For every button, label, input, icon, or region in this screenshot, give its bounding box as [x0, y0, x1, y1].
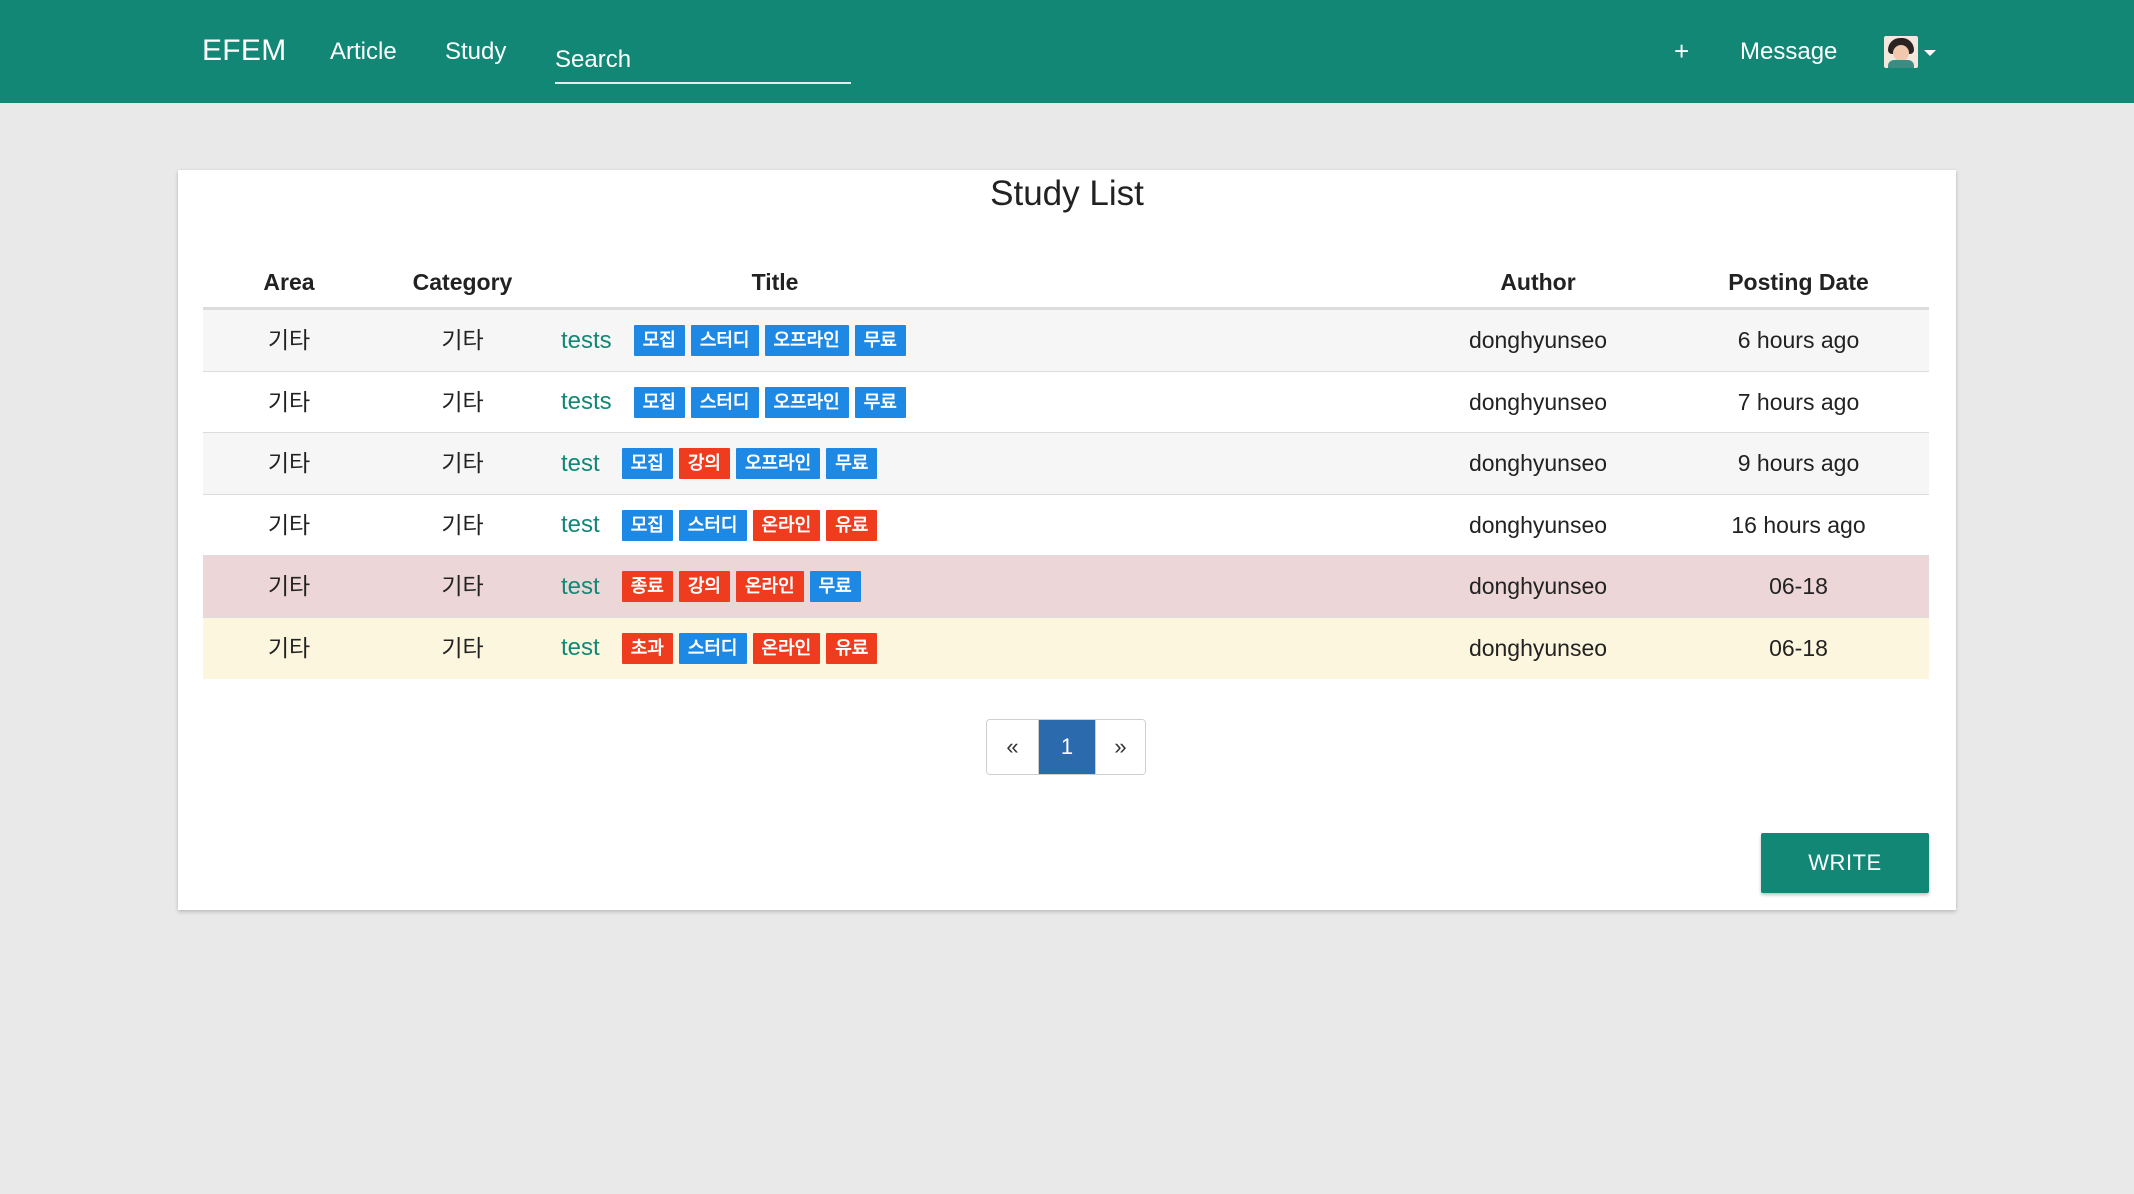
column-header-author[interactable]: Author [1408, 260, 1668, 310]
posting-date-cell: 16 hours ago [1731, 511, 1866, 538]
posting-date-cell: 06-18 [1769, 634, 1828, 661]
category-cell: 기타 [441, 634, 484, 661]
brand-logo[interactable]: EFEM [202, 34, 287, 68]
column-header-title[interactable]: Title [550, 260, 1000, 310]
category-cell: 기타 [441, 511, 484, 538]
table-body: 기타 기타 tests 모집 스터디 오프라인 무료 donghyunseo 6 hours a… [203, 310, 1929, 679]
author-cell: donghyunseo [1468, 573, 1608, 599]
title-cell: tests 모집 스터디 오프라인 무료 [561, 310, 912, 371]
posting-date-cell: 9 hours ago [1737, 450, 1860, 476]
author-cell: donghyunseo [1468, 511, 1608, 538]
title-cell: test 모집 스터디 온라인 유료 [561, 495, 883, 556]
author-cell: donghyunseo [1468, 634, 1608, 661]
tag-badge: 모집 [621, 509, 673, 541]
study-title-link[interactable]: tests [561, 327, 612, 355]
table-row[interactable]: 기타 기타 test 모집 스터디 온라인 유료 donghyunseo 16 hours ag… [203, 494, 1929, 556]
title-cell: test 초과 스터디 온라인 유료 [561, 618, 883, 679]
category-cell: 기타 [441, 388, 484, 415]
message-link[interactable]: Message [1740, 38, 1837, 66]
tag-badge: 모집 [621, 448, 673, 479]
category-cell: 기타 [441, 573, 484, 599]
title-cell: test 종료 강의 온라인 무료 [561, 556, 867, 617]
user-menu-dropdown[interactable] [1884, 36, 1936, 70]
search-input[interactable] [555, 40, 851, 80]
column-header-area[interactable]: Area [203, 260, 375, 310]
category-cell: 기타 [441, 450, 484, 476]
area-cell: 기타 [267, 327, 311, 353]
area-cell: 기타 [267, 388, 311, 415]
tag-badge: 강의 [678, 571, 730, 602]
author-cell: donghyunseo [1468, 450, 1608, 476]
pagination-page-1[interactable]: 1 [1039, 720, 1095, 774]
table-row[interactable]: 기타 기타 tests 모집 스터디 오프라인 무료 donghyunseo 6 hours a… [203, 310, 1929, 372]
tag-badge: 유료 [826, 632, 878, 664]
nav-article-link[interactable]: Article [330, 38, 397, 66]
study-table: Area Category Title Author Posting Date … [203, 260, 1929, 679]
tag-badge: 종료 [621, 571, 673, 602]
study-title-link[interactable]: test [561, 450, 600, 478]
tag-badge: 모집 [633, 325, 685, 356]
search-box [555, 40, 851, 84]
tag-badge: 초과 [621, 632, 673, 664]
tag-badge: 오프라인 [764, 325, 849, 356]
title-cell: tests 모집 스터디 오프라인 무료 [561, 372, 912, 433]
posting-date-cell: 7 hours ago [1737, 388, 1860, 415]
pagination-prev-button[interactable]: « [987, 720, 1039, 774]
study-list-card: Study List Area Category Title Author Po… [178, 170, 1956, 910]
add-button[interactable]: + [1674, 36, 1689, 67]
tag-badge: 온라인 [752, 509, 821, 541]
tag-badge: 오프라인 [764, 386, 849, 418]
table-header: Area Category Title Author Posting Date [203, 260, 1929, 310]
tag-badge: 모집 [633, 386, 685, 418]
area-cell: 기타 [267, 573, 311, 599]
column-header-category[interactable]: Category [375, 260, 550, 310]
table-row[interactable]: 기타 기타 test 모집 강의 오프라인 무료 donghyunseo 9 hours ago [203, 433, 1929, 495]
study-title-link[interactable]: test [561, 573, 600, 601]
study-title-link[interactable]: test [561, 511, 600, 539]
tag-badge: 오프라인 [735, 448, 821, 479]
write-button[interactable]: WRITE [1761, 833, 1929, 893]
page-title: Study List [990, 174, 1144, 213]
area-cell: 기타 [267, 450, 311, 476]
tag-badge: 온라인 [752, 632, 821, 664]
table-row[interactable]: 기타 기타 test 초과 스터디 온라인 유료 donghyunseo 06-18 [203, 617, 1929, 679]
study-title-link[interactable]: test [561, 634, 600, 662]
table-row[interactable]: 기타 기타 test 종료 강의 온라인 무료 donghyunseo 06-18 [203, 556, 1929, 618]
tag-badge: 무료 [826, 448, 878, 479]
user-avatar-icon [1884, 36, 1918, 68]
top-navbar: EFEM Article Study + Message [0, 0, 2134, 103]
column-header-posting-date[interactable]: Posting Date [1668, 260, 1929, 310]
tag-badge: 무료 [854, 325, 906, 356]
nav-study-link[interactable]: Study [445, 38, 506, 66]
tag-badge: 스터디 [690, 325, 759, 356]
pagination-next-button[interactable]: » [1095, 720, 1145, 774]
tag-badge: 무료 [809, 571, 861, 602]
author-cell: donghyunseo [1468, 388, 1608, 415]
caret-down-icon [1924, 50, 1936, 56]
area-cell: 기타 [267, 634, 311, 661]
tag-badge: 무료 [854, 386, 906, 418]
posting-date-cell: 6 hours ago [1737, 327, 1860, 353]
study-title-link[interactable]: tests [561, 388, 612, 416]
area-cell: 기타 [267, 511, 311, 538]
category-cell: 기타 [441, 327, 484, 353]
tag-badge: 스터디 [678, 509, 747, 541]
title-cell: test 모집 강의 오프라인 무료 [561, 433, 883, 494]
tag-badge: 유료 [826, 509, 878, 541]
table-row[interactable]: 기타 기타 tests 모집 스터디 오프라인 무료 donghyunseo 7 hours a… [203, 371, 1929, 433]
posting-date-cell: 06-18 [1769, 573, 1828, 599]
tag-badge: 온라인 [735, 571, 804, 602]
author-cell: donghyunseo [1468, 327, 1608, 353]
pagination: « 1 » [986, 719, 1146, 775]
tag-badge: 스터디 [690, 386, 759, 418]
tag-badge: 스터디 [678, 632, 747, 664]
tag-badge: 강의 [678, 448, 730, 479]
